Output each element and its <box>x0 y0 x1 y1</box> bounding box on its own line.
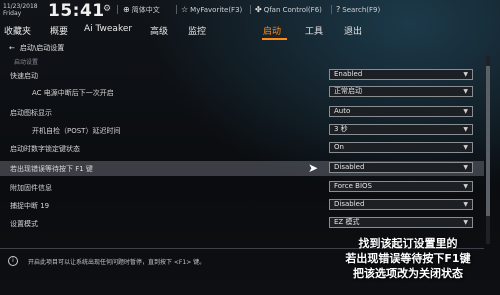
qfan-control-button[interactable]: ✤ Qfan Control(F6) <box>255 5 322 14</box>
caption-line-1: 找到该起订设置里的 <box>358 237 458 250</box>
tab-favorites[interactable]: 收藏夹 <box>4 24 31 37</box>
dropdown-arrow-icon: ▼ <box>463 88 468 95</box>
search-button[interactable]: ? Search(F9) <box>336 5 380 14</box>
divider <box>176 5 177 14</box>
day-text: Friday <box>3 10 22 17</box>
myfavorite-label: MyFavorite(F3) <box>190 6 243 14</box>
setting-fast-boot[interactable]: 快速启动 Enabled ▼ <box>0 69 484 82</box>
star-icon: ☆ <box>181 5 189 14</box>
setting-ac-power-loss[interactable]: AC 电源中断后下一次开启 正常启动 ▼ <box>0 86 484 99</box>
tab-advanced[interactable]: 高级 <box>150 24 168 37</box>
setting-setup-mode[interactable]: 设置模式 EZ 模式 ▼ <box>0 217 484 230</box>
caption-line-3: 把该选项改为关闭状态 <box>353 267 463 280</box>
dropdown-arrow-icon: ▼ <box>463 201 468 208</box>
caption-line-2: 若出现错误等待按下F1键 <box>345 252 471 265</box>
divider <box>117 5 118 14</box>
setting-post-delay[interactable]: 开机自检（POST）延迟时间 3 秒 ▼ <box>0 124 484 137</box>
dropdown-arrow-icon: ▼ <box>463 183 468 190</box>
setting-label: 设置模式 <box>10 220 38 228</box>
dropdown-arrow-icon: ▼ <box>463 126 468 133</box>
select-value: Enabled <box>334 70 363 78</box>
divider <box>331 5 332 14</box>
select-value: Auto <box>334 107 351 115</box>
scrollbar-thumb[interactable] <box>486 66 490 216</box>
setting-label: AC 电源中断后下一次开启 <box>32 89 114 97</box>
setting-boot-logo[interactable]: 启动图标显示 Auto ▼ <box>0 106 484 119</box>
setting-wait-f1-on-error[interactable]: 若出现错误等待按下 F1 键 Disabled ▼ <box>0 161 484 176</box>
date-display: 11/23/2018 Friday <box>3 3 38 17</box>
tab-tool[interactable]: 工具 <box>305 24 323 37</box>
language-label: 简体中文 <box>131 6 160 14</box>
tab-ai-tweaker[interactable]: Ai Tweaker <box>84 24 132 34</box>
tab-boot[interactable]: 启动 <box>263 24 281 37</box>
setting-label: 启动图标显示 <box>10 109 52 117</box>
divider <box>250 5 251 14</box>
wait-f1-select[interactable]: Disabled ▼ <box>329 162 473 173</box>
setting-label: 若出现错误等待按下 F1 键 <box>10 165 93 173</box>
select-value: Force BIOS <box>334 182 372 190</box>
help-text: 开启此项目可以让系统出现任何问题时暂停，直到按下 <F1> 键。 <box>28 259 206 266</box>
setup-mode-select[interactable]: EZ 模式 ▼ <box>329 217 473 228</box>
top-bar: 11/23/2018 Friday 15:41 ⚙ ⊕ 简体中文 ☆ MyFavor… <box>0 0 500 22</box>
select-value: 3 秒 <box>334 125 348 133</box>
bios-window: 11/23/2018 Friday 15:41 ⚙ ⊕ 简体中文 ☆ MyFavor… <box>0 0 500 295</box>
dropdown-arrow-icon: ▼ <box>463 219 468 226</box>
post-delay-select[interactable]: 3 秒 ▼ <box>329 124 473 135</box>
tab-main[interactable]: 概要 <box>50 24 68 37</box>
setting-label: 启动时数字锁定键状态 <box>10 145 80 153</box>
fast-boot-select[interactable]: Enabled ▼ <box>329 69 473 80</box>
setting-option-rom-messages[interactable]: 附加固件信息 Force BIOS ▼ <box>0 181 484 194</box>
qfan-control-label: Qfan Control(F6) <box>263 6 322 14</box>
globe-icon: ⊕ <box>123 5 130 14</box>
dropdown-arrow-icon: ▼ <box>463 108 468 115</box>
main-menu: 收藏夹 概要 Ai Tweaker 高级 监控 启动 工具 退出 <box>0 22 500 40</box>
select-value: EZ 模式 <box>334 218 360 226</box>
clock: 15:41 <box>48 1 105 21</box>
dropdown-arrow-icon: ▼ <box>463 71 468 78</box>
numlock-select[interactable]: On ▼ <box>329 142 473 153</box>
dropdown-arrow-icon: ▼ <box>463 164 468 171</box>
tab-monitor[interactable]: 监控 <box>188 24 206 37</box>
language-button[interactable]: ⊕ 简体中文 <box>123 5 160 15</box>
setting-label: 附加固件信息 <box>10 184 52 192</box>
breadcrumb[interactable]: ← 启动\启动设置 <box>9 43 64 53</box>
setting-interrupt-19[interactable]: 捕捉中断 19 Disabled ▼ <box>0 199 484 212</box>
back-arrow-icon[interactable]: ← <box>9 44 15 52</box>
select-value: Disabled <box>334 200 365 208</box>
breadcrumb-text: 启动\启动设置 <box>19 44 65 52</box>
select-value: On <box>334 143 344 151</box>
dropdown-arrow-icon: ▼ <box>463 144 468 151</box>
myfavorite-button[interactable]: ☆ MyFavorite(F3) <box>181 5 242 14</box>
setting-label: 捕捉中断 19 <box>10 202 50 210</box>
option-rom-select[interactable]: Force BIOS ▼ <box>329 181 473 192</box>
boot-logo-select[interactable]: Auto ▼ <box>329 106 473 117</box>
date-text: 11/23/2018 <box>3 3 38 10</box>
select-value: Disabled <box>334 163 365 171</box>
select-value: 正常启动 <box>334 87 362 95</box>
setting-numlock[interactable]: 启动时数字锁定键状态 On ▼ <box>0 142 484 155</box>
setting-label: 快速启动 <box>10 72 38 80</box>
setting-label: 开机自检（POST）延迟时间 <box>32 127 121 135</box>
help-icon: ? <box>336 5 341 14</box>
mouse-cursor-icon: ➤ <box>308 161 319 175</box>
section-title: 启动设置 <box>14 59 39 66</box>
interrupt-19-select[interactable]: Disabled ▼ <box>329 199 473 210</box>
fan-icon: ✤ <box>255 5 262 14</box>
info-icon: i <box>8 256 18 266</box>
gear-icon[interactable]: ⚙ <box>103 4 111 14</box>
ac-power-loss-select[interactable]: 正常启动 ▼ <box>329 86 473 97</box>
tutorial-caption: 找到该起订设置里的 若出现错误等待按下F1键 把该选项改为关闭状态 <box>320 236 496 281</box>
tab-exit[interactable]: 退出 <box>344 24 362 37</box>
active-tab-indicator <box>262 38 287 40</box>
search-label: Search(F9) <box>342 6 381 14</box>
